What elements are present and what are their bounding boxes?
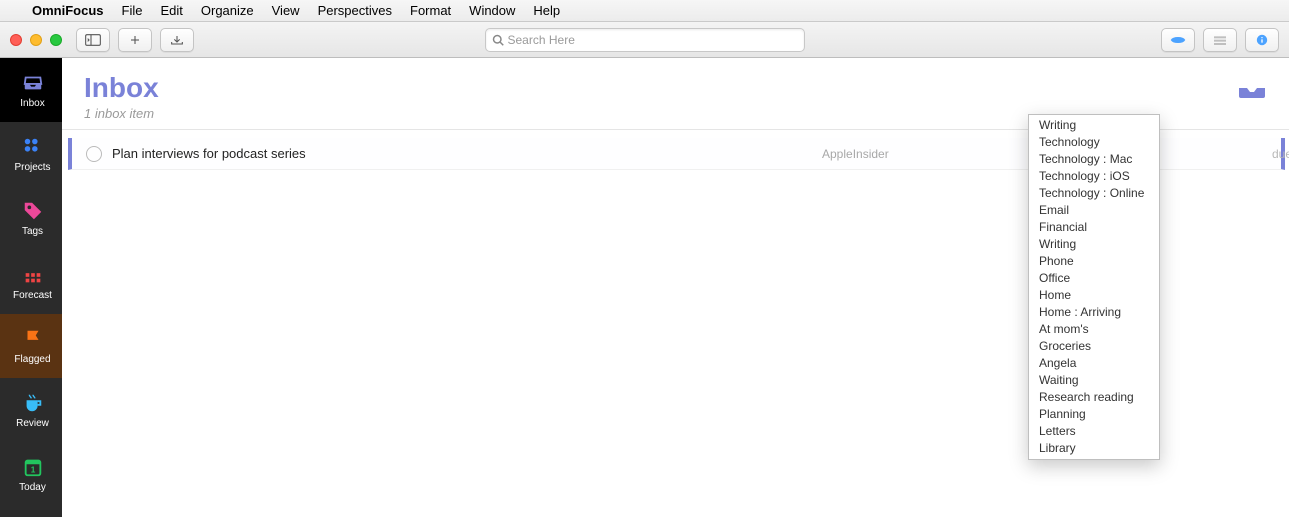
tag-option[interactable]: Office: [1029, 270, 1159, 287]
flag-icon: [22, 328, 44, 350]
perspective-label: Today: [19, 482, 46, 493]
tag-option[interactable]: Library: [1029, 440, 1159, 457]
perspective-label: Forecast: [13, 290, 52, 301]
tag-option[interactable]: Technology : Mac: [1029, 151, 1159, 168]
perspective-label: Inbox: [20, 98, 44, 109]
toggle-sidebar-button[interactable]: [76, 28, 110, 52]
tag-option[interactable]: Angela: [1029, 355, 1159, 372]
inbox-icon: [22, 72, 44, 94]
menu-view[interactable]: View: [272, 3, 300, 18]
tag-option[interactable]: Waiting: [1029, 372, 1159, 389]
grid-icon: [22, 136, 44, 158]
task-title[interactable]: Plan interviews for podcast series: [112, 146, 306, 161]
menu-format[interactable]: Format: [410, 3, 451, 18]
main-content: Inbox 1 inbox item Plan interviews for p…: [62, 58, 1289, 517]
perspective-projects[interactable]: Projects: [0, 122, 62, 186]
layout-toggle-button[interactable]: [1203, 28, 1237, 52]
tag-option[interactable]: Home: [1029, 287, 1159, 304]
calendar-icon: [22, 264, 44, 286]
eye-icon: [1170, 33, 1186, 47]
tag-option[interactable]: Groceries: [1029, 338, 1159, 355]
window-controls: [10, 34, 62, 46]
tag-option[interactable]: Planning: [1029, 406, 1159, 423]
tag-icon: [22, 200, 44, 222]
tag-dropdown-menu: Writing Technology Technology : Mac Tech…: [1028, 114, 1160, 460]
perspective-flagged[interactable]: Flagged: [0, 314, 62, 378]
tag-option[interactable]: Phone: [1029, 253, 1159, 270]
close-window-button[interactable]: [10, 34, 22, 46]
window-toolbar: [0, 22, 1289, 58]
plus-icon: [127, 33, 143, 47]
search-field[interactable]: [485, 28, 805, 52]
list-icon: [1212, 33, 1228, 47]
complete-checkbox[interactable]: [86, 146, 102, 162]
menu-organize[interactable]: Organize: [201, 3, 254, 18]
perspective-label: Flagged: [14, 354, 50, 365]
menu-edit[interactable]: Edit: [160, 3, 182, 18]
new-item-button[interactable]: [118, 28, 152, 52]
perspective-today[interactable]: 1 Today: [0, 442, 62, 506]
tag-option[interactable]: Letters: [1029, 423, 1159, 440]
tag-option[interactable]: Writing: [1029, 117, 1159, 134]
perspective-review[interactable]: Review: [0, 378, 62, 442]
menu-window[interactable]: Window: [469, 3, 515, 18]
tag-option[interactable]: Research reading: [1029, 389, 1159, 406]
tag-option[interactable]: Technology: [1029, 134, 1159, 151]
sidebar-icon: [85, 33, 101, 47]
app-menu[interactable]: OmniFocus: [32, 3, 104, 18]
svg-text:1: 1: [30, 465, 35, 474]
tag-option[interactable]: At mom's: [1029, 321, 1159, 338]
tag-option[interactable]: Email: [1029, 202, 1159, 219]
tag-option[interactable]: Financial: [1029, 219, 1159, 236]
perspective-label: Projects: [14, 162, 50, 173]
download-tray-icon: [169, 33, 185, 47]
info-icon: [1254, 33, 1270, 47]
quick-entry-button[interactable]: [160, 28, 194, 52]
menu-help[interactable]: Help: [533, 3, 560, 18]
perspective-sidebar: Inbox Projects Tags Foreca: [0, 58, 62, 517]
today-icon: 1: [22, 456, 44, 478]
cup-icon: [22, 392, 44, 414]
tag-option[interactable]: Home : Arriving: [1029, 304, 1159, 321]
tag-option[interactable]: Technology : Online: [1029, 185, 1159, 202]
menu-perspectives[interactable]: Perspectives: [318, 3, 392, 18]
view-options-button[interactable]: [1161, 28, 1195, 52]
perspective-tags[interactable]: Tags: [0, 186, 62, 250]
inbox-icon: [1237, 76, 1267, 98]
page-title: Inbox: [84, 72, 1267, 104]
perspective-inbox[interactable]: Inbox: [0, 58, 62, 122]
cleanup-button[interactable]: [1237, 76, 1267, 98]
search-icon: [492, 34, 504, 46]
tag-option[interactable]: Technology : iOS: [1029, 168, 1159, 185]
minimize-window-button[interactable]: [30, 34, 42, 46]
due-field[interactable]: due: [1272, 147, 1289, 161]
task-project[interactable]: AppleInsider: [822, 147, 889, 161]
perspective-label: Tags: [22, 226, 43, 237]
tag-option[interactable]: Writing: [1029, 236, 1159, 253]
zoom-window-button[interactable]: [50, 34, 62, 46]
perspective-label: Review: [16, 418, 49, 429]
perspective-forecast[interactable]: Forecast: [0, 250, 62, 314]
macos-menubar: OmniFocus File Edit Organize View Perspe…: [0, 0, 1289, 22]
menu-file[interactable]: File: [122, 3, 143, 18]
inspector-button[interactable]: [1245, 28, 1279, 52]
search-input[interactable]: [508, 33, 798, 47]
